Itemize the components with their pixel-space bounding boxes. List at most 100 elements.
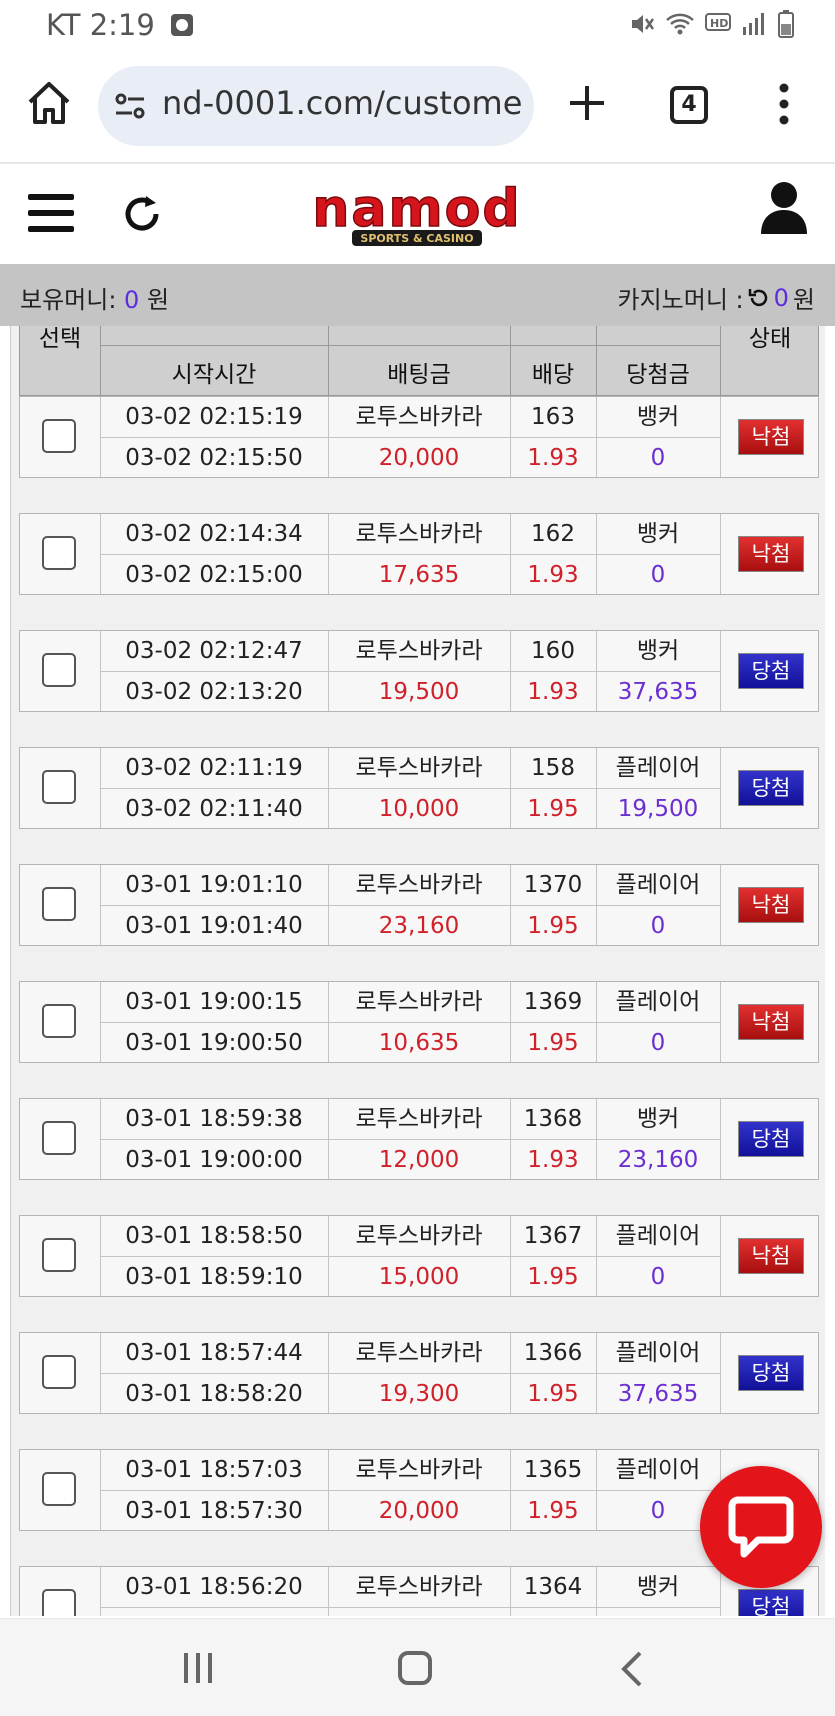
browser-toolbar: nd-0001.com/customer 4 xyxy=(0,50,835,164)
live-chat-button[interactable] xyxy=(700,1466,822,1588)
bet-pick: 뱅커 xyxy=(636,521,680,547)
start-time: 03-01 18:57:30 xyxy=(125,1498,303,1524)
win-amount: 37,635 xyxy=(617,679,699,705)
round-number: 163 xyxy=(531,404,575,430)
win-amount: 23,160 xyxy=(617,1147,699,1173)
odds xyxy=(510,1608,596,1616)
game-name: 로투스바카라 xyxy=(355,1340,483,1366)
start-time: 03-02 02:15:50 xyxy=(125,445,303,471)
site-logo[interactable]: namod SPORTS & CASINO xyxy=(288,180,546,250)
bet-pick: 플레이어 xyxy=(615,755,701,781)
bet-amount: 20,000 xyxy=(378,445,460,471)
odds: 1.93 xyxy=(527,1147,579,1173)
game-name: 로투스바카라 xyxy=(355,989,483,1015)
status-badge: 당첨 xyxy=(738,770,804,806)
bet-amount: 15,000 xyxy=(378,1264,460,1290)
row-checkbox[interactable] xyxy=(42,1589,76,1616)
home-icon[interactable] xyxy=(26,80,72,126)
svg-text:HD: HD xyxy=(710,17,728,30)
hamburger-menu-icon[interactable] xyxy=(28,192,74,234)
back-icon[interactable] xyxy=(620,1651,644,1687)
column-divider xyxy=(720,397,721,477)
battery-icon xyxy=(778,10,794,38)
status-left: KT 2:19 xyxy=(46,8,193,42)
game-name: 로투스바카라 xyxy=(355,638,483,664)
win-amount: 0 xyxy=(650,562,666,588)
column-divider xyxy=(720,514,721,594)
round-number: 158 xyxy=(531,755,575,781)
odds: 1.93 xyxy=(527,679,579,705)
column-divider xyxy=(720,1216,721,1296)
holding-money-label: 보유머니: xyxy=(20,286,125,314)
row-checkbox[interactable] xyxy=(42,1355,76,1389)
row-checkbox[interactable] xyxy=(42,1121,76,1155)
game-name: 로투스바카라 xyxy=(355,1223,483,1249)
row-checkbox[interactable] xyxy=(42,1004,76,1038)
url-text[interactable]: nd-0001.com/customer xyxy=(162,84,522,122)
win-amount: 0 xyxy=(650,913,666,939)
start-time: 03-01 18:58:20 xyxy=(125,1381,303,1407)
status-badge: 당첨 xyxy=(738,1589,804,1616)
bet-row: 03-01 18:57:44 03-01 18:58:20 로투스바카라 19,300… xyxy=(19,1332,819,1414)
start-time: 03-02 02:13:20 xyxy=(125,679,303,705)
row-checkbox[interactable] xyxy=(42,536,76,570)
bet-pick: 뱅커 xyxy=(636,638,680,664)
bet-row: 03-01 18:56:20 로투스바카라 1364 뱅커 당첨 xyxy=(19,1566,819,1616)
row-checkbox[interactable] xyxy=(42,419,76,453)
odds: 1.95 xyxy=(527,1381,579,1407)
bet-amount: 17,635 xyxy=(378,562,460,588)
more-menu-icon[interactable] xyxy=(774,82,794,126)
bet-history-content: 선택 시작시간 배팅금 배당 당첨금 상태 03-02 02:15:19 03-0… xyxy=(10,326,825,1616)
logo-subtitle: SPORTS & CASINO xyxy=(360,232,473,245)
bet-row: 03-01 19:01:10 03-01 19:01:40 로투스바카라 23,160… xyxy=(19,864,819,946)
wifi-icon xyxy=(666,13,694,35)
nav-home-icon[interactable] xyxy=(398,1651,432,1685)
row-checkbox[interactable] xyxy=(42,770,76,804)
casino-money-unit: 원 xyxy=(792,286,815,314)
holding-money-unit: 원 xyxy=(139,286,170,314)
casino-money: 카지노머니 : 0 원 xyxy=(618,280,816,315)
new-tab-icon[interactable] xyxy=(566,82,608,124)
site-header: namod SPORTS & CASINO xyxy=(0,166,835,264)
column-divider xyxy=(720,631,721,711)
bet-pick: 뱅커 xyxy=(636,1574,680,1600)
refresh-icon[interactable] xyxy=(748,287,770,309)
address-bar[interactable]: nd-0001.com/customer xyxy=(98,66,534,146)
win-amount: 0 xyxy=(650,1030,666,1056)
round-number: 160 xyxy=(531,638,575,664)
row-checkbox[interactable] xyxy=(42,1238,76,1272)
column-divider xyxy=(720,1099,721,1179)
bet-row: 03-02 02:11:19 03-02 02:11:40 로투스바카라 10,000… xyxy=(19,747,819,829)
site-settings-icon[interactable] xyxy=(114,92,146,120)
round-number: 1364 xyxy=(523,1574,583,1600)
bet-row: 03-02 02:14:34 03-02 02:15:00 로투스바카라 17,635… xyxy=(19,513,819,595)
holding-money-value: 0 xyxy=(124,286,140,314)
tab-switcher-button[interactable]: 4 xyxy=(670,86,708,124)
round-number: 1367 xyxy=(523,1223,583,1249)
odds: 1.95 xyxy=(527,913,579,939)
row-checkbox[interactable] xyxy=(42,887,76,921)
table-header: 선택 시작시간 배팅금 배당 당첨금 상태 xyxy=(19,326,819,396)
reload-icon[interactable] xyxy=(120,192,164,236)
bet-amount: 20,000 xyxy=(378,1498,460,1524)
signal-icon xyxy=(743,13,764,35)
alarm-icon xyxy=(170,14,193,36)
row-checkbox[interactable] xyxy=(42,653,76,687)
header-win-amount: 당첨금 xyxy=(626,362,690,388)
status-badge: 낙첨 xyxy=(738,536,804,572)
status-bar: KT 2:19 HD xyxy=(0,0,835,50)
odds: 1.93 xyxy=(527,445,579,471)
status-badge: 낙첨 xyxy=(738,1238,804,1274)
row-checkbox[interactable] xyxy=(42,1472,76,1506)
bet-amount: 10,000 xyxy=(378,796,460,822)
bet-row: 03-01 19:00:15 03-01 19:00:50 로투스바카라 10,635… xyxy=(19,981,819,1063)
recent-apps-icon[interactable] xyxy=(182,1653,214,1683)
round-number: 162 xyxy=(531,521,575,547)
bet-time: 03-01 18:56:20 xyxy=(125,1574,303,1600)
bet-row: 03-02 02:12:47 03-02 02:13:20 로투스바카라 19,500… xyxy=(19,630,819,712)
win-amount: 37,635 xyxy=(617,1381,699,1407)
round-number: 1369 xyxy=(523,989,583,1015)
user-account-icon[interactable] xyxy=(759,180,809,234)
start-time: 03-01 19:00:50 xyxy=(125,1030,303,1056)
header-select: 선택 xyxy=(38,326,82,352)
